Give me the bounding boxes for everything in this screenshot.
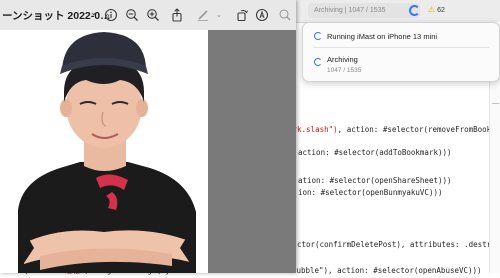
- preview-window: ーンショット 2022-0… ⌄ » ⌄: [0, 0, 296, 273]
- progress-spinner-icon: [314, 58, 322, 66]
- activity-popover: Running iMast on iPhone 13 mini Archivin…: [302, 22, 500, 82]
- code-text: ctor(confirmDeletePost), attributes: .de…: [297, 240, 500, 249]
- chevron-down-icon[interactable]: ⌄: [212, 8, 226, 22]
- markup-pen-icon[interactable]: [196, 8, 210, 22]
- zoom-in-icon[interactable]: [146, 8, 160, 22]
- task-progress: 1047 / 1535: [327, 67, 362, 74]
- page: [0, 30, 208, 273]
- code-text: ion: #selector(openBunmyakuVC))): [298, 188, 443, 197]
- search-icon[interactable]: [278, 8, 292, 22]
- task-title: Running iMast on iPhone 13 mini: [327, 32, 438, 41]
- progress-spinner-icon: [314, 32, 322, 40]
- warnings-count: 62: [437, 7, 445, 14]
- divider: [313, 47, 489, 48]
- code-line: ctor(confirmDeletePost), attributes: .de…: [297, 240, 500, 249]
- zoom-out-icon[interactable]: [125, 8, 139, 22]
- code-text: , action: #selector(removeFromBookmark: [337, 125, 500, 134]
- person-photo: [0, 30, 208, 273]
- warnings-indicator[interactable]: ⚠ 62: [428, 5, 445, 14]
- code-line: action: #selector(addToBookmark))): [298, 148, 452, 157]
- code-line: ion: #selector(openBunmyakuVC))): [298, 188, 443, 197]
- progress-spinner-icon: [409, 5, 420, 16]
- code-line: ark.slash"), action: #selector(removeFro…: [288, 125, 500, 134]
- code-text: action: #selector(addToBookmark))): [298, 148, 452, 157]
- share-icon[interactable]: [170, 8, 184, 22]
- chevron-down-icon[interactable]: ⌄: [90, 7, 98, 18]
- annotate-icon[interactable]: [255, 8, 269, 22]
- line-icon: —: [492, 100, 499, 107]
- code-line: ation: #selector(openShareSheet))): [298, 176, 452, 185]
- preview-toolbar: ーンショット 2022-0… ⌄ » ⌄: [0, 0, 296, 31]
- activity-viewer[interactable]: Archiving | 1047 / 1535: [308, 3, 420, 18]
- warning-icon: ⚠: [428, 5, 436, 14]
- info-icon[interactable]: [104, 8, 118, 22]
- task-title: Archiving: [327, 55, 358, 64]
- document-view[interactable]: [0, 30, 296, 273]
- activity-label: Archiving | 1047 / 1535: [314, 7, 386, 14]
- code-text: ation: #selector(openShareSheet))): [298, 176, 452, 185]
- rotate-icon[interactable]: [235, 8, 249, 22]
